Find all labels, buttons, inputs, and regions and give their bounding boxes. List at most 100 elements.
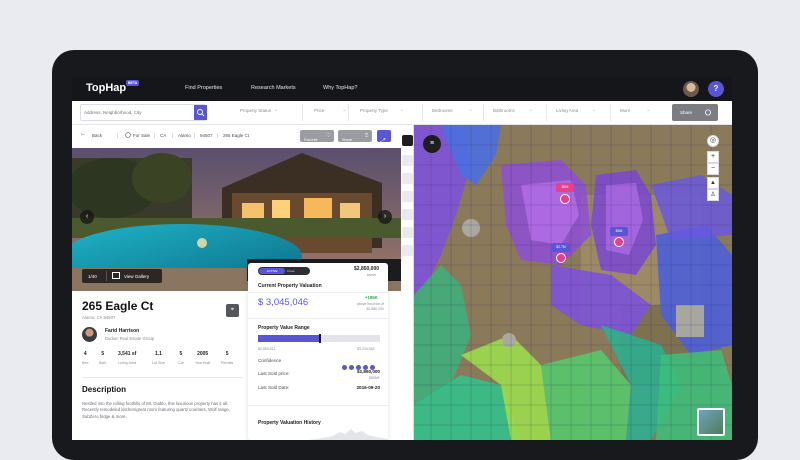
search-input[interactable] <box>84 107 184 118</box>
filter-price[interactable]: Price ⌄ <box>314 107 346 113</box>
divider <box>610 104 611 121</box>
beta-badge: BETA <box>126 80 140 86</box>
map-marker[interactable]: $5M <box>556 183 574 192</box>
valuation-title: Current Property Valuation <box>258 283 322 289</box>
share-label: Share <box>680 110 693 115</box>
filter-bar: Property Status⌄ Price⌄ Property Type⌄ B… <box>72 101 732 125</box>
minimap-thumbnail[interactable] <box>697 408 725 436</box>
view-gallery-button[interactable]: View Gallery <box>124 274 149 279</box>
toggle-active[interactable]: ACTIVE <box>259 268 285 274</box>
stat-value: 2005 <box>197 351 209 357</box>
stat-value: 1.1 <box>155 351 162 357</box>
draw-tool-icon[interactable] <box>402 227 413 238</box>
breadcrumb: ← Back | For Sale | CA | Alamo | 94507 |… <box>72 125 401 148</box>
chevron-down-icon: ⌄ <box>646 107 651 113</box>
map-pointer-icon[interactable] <box>402 135 413 146</box>
filter-more[interactable]: More ⌄ <box>620 107 650 113</box>
stat-bed: 4 Bed <box>82 351 88 365</box>
map-pin-icon[interactable] <box>556 253 566 263</box>
chart-tool-icon[interactable] <box>402 173 413 184</box>
range-max: $3,234,082 <box>357 347 375 351</box>
filter-property-type[interactable]: Property Type ⌄ <box>360 107 404 113</box>
filter-label: Property Type <box>360 108 388 113</box>
divider: | <box>172 133 174 138</box>
toggle-close[interactable]: Close <box>287 268 295 274</box>
gallery-counter-bar: 1/40 View Gallery <box>82 269 162 283</box>
filter-label: Bedrooms <box>432 108 453 113</box>
stat-value: 4 <box>83 351 87 357</box>
filter-bedrooms[interactable]: Bedrooms ⌄ <box>432 107 473 113</box>
agent-avatar[interactable] <box>82 327 97 342</box>
chevron-right-icon: › <box>383 213 387 220</box>
share-button[interactable]: Share ⇪ <box>338 130 372 142</box>
map-layers-button[interactable]: ≡ <box>423 135 441 153</box>
logo[interactable]: TopHap BETA <box>86 80 140 94</box>
favorite-button[interactable]: Favorite ♡ <box>300 130 334 142</box>
zoom-in-button[interactable]: + <box>707 151 719 163</box>
divider: | <box>194 133 196 138</box>
valuation-change: +195K <box>365 295 378 300</box>
street-view-button[interactable]: ♙ <box>707 189 719 201</box>
filter-property-status[interactable]: Property Status ⌄ <box>240 107 278 113</box>
expand-button[interactable]: ⤢ <box>377 130 391 145</box>
back-arrow-icon[interactable]: ← <box>80 131 86 137</box>
map-marker[interactable]: $3M <box>610 227 628 236</box>
breadcrumb-zip[interactable]: 94507 <box>200 133 213 138</box>
nav-why-tophap[interactable]: Why TopHap? <box>323 85 357 91</box>
avatar[interactable] <box>683 81 699 97</box>
help-button[interactable]: ? <box>708 81 724 97</box>
next-photo-button[interactable]: › <box>378 210 392 224</box>
zoom-out-button[interactable]: − <box>707 163 719 175</box>
agent-name[interactable]: Farid Harrison <box>105 328 139 334</box>
favorite-label: Favorite <box>304 138 318 142</box>
share-search-button[interactable]: Share <box>672 104 718 121</box>
layers-tool-icon[interactable] <box>402 155 413 166</box>
nav-research-markets[interactable]: Research Markets <box>251 85 296 91</box>
filter-tool-icon[interactable] <box>402 191 413 202</box>
breadcrumb-city[interactable]: Alamo <box>178 133 191 138</box>
breadcrumb-state[interactable]: CA <box>160 133 166 138</box>
previous-photo-button[interactable]: ‹ <box>80 210 94 224</box>
parcel-map <box>401 125 732 440</box>
filter-label: Bathrooms <box>493 108 515 113</box>
back-link[interactable]: Back <box>92 133 102 138</box>
status-toggle[interactable]: ACTIVE Close <box>258 267 310 275</box>
filter-bathrooms[interactable]: Bathrooms ⌄ <box>493 107 533 113</box>
top-navigation: TopHap BETA Find Properties Research Mark… <box>72 77 732 101</box>
chevron-down-icon: ⌄ <box>528 107 533 113</box>
save-property-button[interactable]: ⌖ <box>226 304 239 317</box>
filter-living-area[interactable]: Living Area ⌄ <box>556 107 596 113</box>
share-label: Share <box>342 138 353 142</box>
stat-label: Living Area <box>118 361 137 365</box>
valuation-value: $ 3,045,046 <box>258 297 309 308</box>
pie-tool-icon[interactable] <box>402 209 413 220</box>
list-price-per-sqft: $805/ft <box>367 273 377 277</box>
pin-icon: ⌖ <box>230 307 235 313</box>
chevron-down-icon: ⌄ <box>342 107 347 113</box>
divider: | <box>154 133 156 138</box>
stat-year-built: 2005 Year Built <box>195 351 210 365</box>
grid-tool-icon[interactable] <box>402 245 413 256</box>
map-marker[interactable]: $2.7M <box>552 243 570 252</box>
filter-label: Price <box>314 108 325 113</box>
divider: | <box>217 133 219 138</box>
locate-button[interactable]: ◎ <box>707 135 719 147</box>
breadcrumb-status[interactable]: For Sale <box>133 133 150 138</box>
property-detail-panel: ← Back | For Sale | CA | Alamo | 94507 |… <box>72 125 401 440</box>
map-pin-icon[interactable] <box>614 237 624 247</box>
last-sold-date: 2016-09-20 <box>356 385 381 390</box>
compass-button[interactable]: ▲ <box>707 177 719 189</box>
app-screen: TopHap BETA Find Properties Research Mark… <box>72 77 732 440</box>
stat-label: Lot Size <box>152 361 165 365</box>
nav-find-properties[interactable]: Find Properties <box>185 85 222 91</box>
map-view[interactable]: $5M $2.7M $3M ≡ ◎ + − ▲ ♙ <box>401 125 732 440</box>
stat-value: 5 <box>101 351 105 357</box>
change-note-line: above list price of <box>356 302 384 306</box>
description-heading: Description <box>82 385 127 394</box>
map-pin-icon[interactable] <box>560 194 570 204</box>
stat-label: Bath <box>99 361 107 365</box>
last-sold-date-label: Last Sold Date: <box>258 385 290 390</box>
search-button[interactable] <box>194 105 207 120</box>
divider <box>82 377 242 378</box>
stat-value: 5 <box>179 351 183 357</box>
